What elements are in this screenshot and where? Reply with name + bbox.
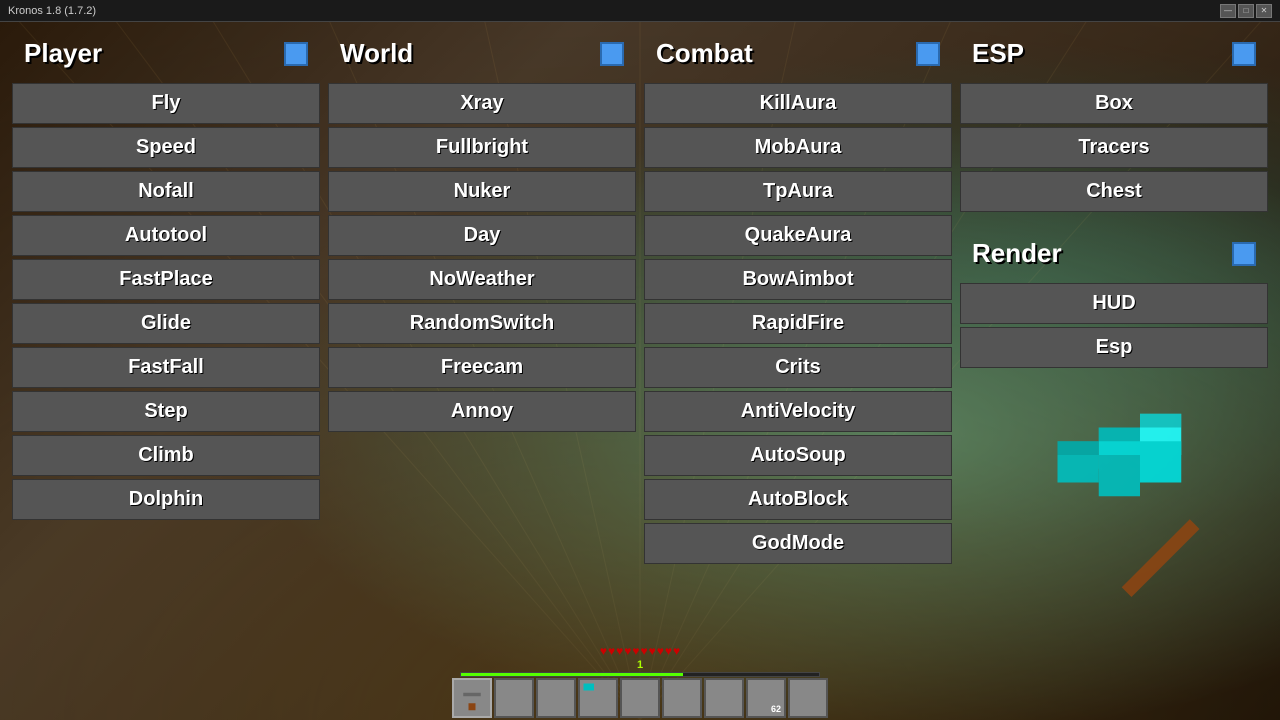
render-item-esp[interactable]: Esp — [960, 327, 1268, 368]
combat-item-tpaura[interactable]: TpAura — [644, 171, 952, 212]
minimize-button[interactable]: — — [1220, 4, 1236, 18]
combat-items: KillAura MobAura TpAura QuakeAura BowAim… — [644, 83, 952, 564]
panel-render: Render HUD Esp — [960, 220, 1268, 368]
titlebar: Kronos 1.8 (1.7.2) — □ ✕ — [0, 0, 1280, 22]
esp-items: Box Tracers Chest — [960, 83, 1268, 212]
heart-1: ♥ — [600, 644, 607, 658]
titlebar-title: Kronos 1.8 (1.7.2) — [8, 5, 96, 17]
mc-hud: ♥ ♥ ♥ ♥ ♥ ♥ ♥ ♥ ♥ ♥ 1 — [452, 644, 828, 720]
esp-item-box[interactable]: Box — [960, 83, 1268, 124]
player-item-climb[interactable]: Climb — [12, 435, 320, 476]
world-item-xray[interactable]: Xray — [328, 83, 636, 124]
render-title: Render — [972, 238, 1062, 269]
world-items: Xray Fullbright Nuker Day NoWeather Rand… — [328, 83, 636, 432]
slot-8-count: 62 — [771, 704, 781, 714]
sword-icon — [458, 684, 486, 712]
exp-bar-container — [460, 672, 820, 677]
player-item-fastfall[interactable]: FastFall — [12, 347, 320, 388]
player-header: Player — [12, 30, 320, 77]
heart-3: ♥ — [616, 644, 623, 658]
combat-item-crits[interactable]: Crits — [644, 347, 952, 388]
hotbar-slot-1[interactable] — [452, 678, 492, 718]
world-toggle[interactable] — [600, 42, 624, 66]
player-items: Fly Speed Nofall Autotool FastPlace Glid… — [12, 83, 320, 520]
combat-item-antivelocity[interactable]: AntiVelocity — [644, 391, 952, 432]
panel-esp: ESP Box Tracers Chest — [960, 30, 1268, 212]
world-item-noweather[interactable]: NoWeather — [328, 259, 636, 300]
player-item-fastplace[interactable]: FastPlace — [12, 259, 320, 300]
render-toggle[interactable] — [1232, 242, 1256, 266]
combat-header: Combat — [644, 30, 952, 77]
world-title: World — [340, 38, 413, 69]
esp-toggle[interactable] — [1232, 42, 1256, 66]
hotbar-slot-6[interactable] — [662, 678, 702, 718]
heart-10: ♥ — [673, 644, 680, 658]
hotbar-slot-7[interactable] — [704, 678, 744, 718]
hotbar-slot-5[interactable] — [620, 678, 660, 718]
combat-item-killaura[interactable]: KillAura — [644, 83, 952, 124]
world-item-randomswitch[interactable]: RandomSwitch — [328, 303, 636, 344]
world-item-freecam[interactable]: Freecam — [328, 347, 636, 388]
close-button[interactable]: ✕ — [1256, 4, 1272, 18]
render-item-hud[interactable]: HUD — [960, 283, 1268, 324]
combat-item-godmode[interactable]: GodMode — [644, 523, 952, 564]
combat-item-bowaimbot[interactable]: BowAimbot — [644, 259, 952, 300]
combat-title: Combat — [656, 38, 753, 69]
world-item-annoy[interactable]: Annoy — [328, 391, 636, 432]
combat-item-mobaura[interactable]: MobAura — [644, 127, 952, 168]
render-items: HUD Esp — [960, 283, 1268, 368]
player-item-glide[interactable]: Glide — [12, 303, 320, 344]
player-toggle[interactable] — [284, 42, 308, 66]
player-item-step[interactable]: Step — [12, 391, 320, 432]
combat-item-autosoup[interactable]: AutoSoup — [644, 435, 952, 476]
heart-2: ♥ — [608, 644, 615, 658]
heart-4: ♥ — [624, 644, 631, 658]
heart-7: ♥ — [649, 644, 656, 658]
hotbar-slot-9[interactable] — [788, 678, 828, 718]
panel-combat: Combat KillAura MobAura TpAura QuakeAura… — [644, 30, 952, 712]
panel-world: World Xray Fullbright Nuker Day NoWeathe… — [328, 30, 636, 712]
heart-6: ♥ — [641, 644, 648, 658]
world-item-day[interactable]: Day — [328, 215, 636, 256]
render-header: Render — [960, 230, 1268, 277]
hotbar-slot-3[interactable] — [536, 678, 576, 718]
esp-item-chest[interactable]: Chest — [960, 171, 1268, 212]
player-item-fly[interactable]: Fly — [12, 83, 320, 124]
esp-title: ESP — [972, 38, 1024, 69]
combat-item-autoblock[interactable]: AutoBlock — [644, 479, 952, 520]
combat-toggle[interactable] — [916, 42, 940, 66]
combat-item-rapidfire[interactable]: RapidFire — [644, 303, 952, 344]
mc-hotbar: 62 — [452, 678, 828, 718]
ui-container: Player Fly Speed Nofall Autotool FastPla… — [0, 22, 1280, 720]
level-display: 1 — [637, 659, 643, 671]
esp-item-tracers[interactable]: Tracers — [960, 127, 1268, 168]
heart-9: ♥ — [665, 644, 672, 658]
right-panel: ESP Box Tracers Chest Render HUD Esp — [960, 30, 1268, 712]
player-item-nofall[interactable]: Nofall — [12, 171, 320, 212]
maximize-button[interactable]: □ — [1238, 4, 1254, 18]
hotbar-slot-8[interactable]: 62 — [746, 678, 786, 718]
esp-header: ESP — [960, 30, 1268, 77]
mc-hearts: ♥ ♥ ♥ ♥ ♥ ♥ ♥ ♥ ♥ ♥ — [600, 644, 680, 658]
player-title: Player — [24, 38, 102, 69]
hotbar-slot-4[interactable] — [578, 678, 618, 718]
player-item-autotool[interactable]: Autotool — [12, 215, 320, 256]
combat-item-quakeaura[interactable]: QuakeAura — [644, 215, 952, 256]
exp-bar-fill — [461, 673, 683, 676]
world-item-fullbright[interactable]: Fullbright — [328, 127, 636, 168]
hotbar-slot-2[interactable] — [494, 678, 534, 718]
panel-player: Player Fly Speed Nofall Autotool FastPla… — [12, 30, 320, 712]
heart-5: ♥ — [632, 644, 639, 658]
heart-8: ♥ — [657, 644, 664, 658]
world-header: World — [328, 30, 636, 77]
player-item-speed[interactable]: Speed — [12, 127, 320, 168]
titlebar-controls: — □ ✕ — [1220, 4, 1272, 18]
level-number: 1 — [637, 659, 643, 671]
world-item-nuker[interactable]: Nuker — [328, 171, 636, 212]
pickaxe-icon — [580, 680, 608, 708]
player-item-dolphin[interactable]: Dolphin — [12, 479, 320, 520]
